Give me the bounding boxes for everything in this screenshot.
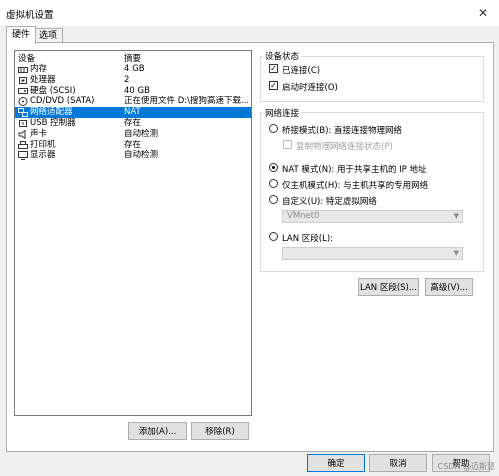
connect-on-power-checkbox[interactable]: ✓ [269, 81, 278, 90]
device-status-label: 设备状态 [263, 50, 302, 62]
device-row-sound-card[interactable]: 声卡 自动检测 [15, 129, 251, 140]
device-row-network-adapter[interactable]: 网络适配器 NAT [15, 107, 251, 118]
device-name: 显示器 [30, 150, 56, 161]
connected-checkbox[interactable]: ✓ [269, 64, 278, 73]
memory-icon [18, 65, 28, 74]
device-row-display[interactable]: 显示器 自动检测 [15, 150, 251, 161]
replicate-state-label: 复制物理网络连接状态(P) [296, 142, 393, 152]
device-list[interactable]: 设备 摘要 内存 4 GB 处理器 2 硬盘 (SCSI) 40 GB CD/D… [14, 50, 252, 416]
device-summary: 自动检测 [124, 150, 159, 161]
sound-card-icon [18, 129, 28, 139]
device-name: 网络适配器 [30, 107, 73, 118]
device-row-processor[interactable]: 处理器 2 [15, 75, 251, 86]
lan-segment-select[interactable]: ▼ [282, 247, 463, 260]
network-adapter-icon [18, 108, 28, 118]
custom-network-select[interactable]: VMnet0 ▼ [282, 210, 463, 223]
device-summary: NAT [124, 107, 141, 118]
ok-button[interactable]: 确定 [307, 454, 365, 472]
device-name: USB 控制器 [30, 118, 76, 128]
usb-icon [18, 119, 28, 128]
nat-label: NAT 模式(N): 用于共享主机的 IP 地址 [282, 165, 427, 175]
tab-hardware[interactable]: 硬件 [6, 26, 37, 44]
device-row-printer[interactable]: 打印机 存在 [15, 140, 251, 151]
bridged-radio[interactable] [269, 124, 278, 133]
device-name: CD/DVD (SATA) [30, 96, 95, 107]
device-list-header: 设备 摘要 [15, 51, 251, 64]
device-summary: 自动检测 [124, 128, 159, 139]
replicate-state-checkbox[interactable] [283, 140, 292, 149]
close-button[interactable]: ✕ [467, 0, 499, 26]
device-name: 内存 [30, 64, 48, 74]
lan-segments-button[interactable]: LAN 区段(S)... [358, 278, 419, 296]
device-summary: 2 [124, 74, 130, 85]
title-bar: 虚拟机设置 ✕ [0, 0, 499, 26]
device-summary: 存在 [124, 118, 142, 128]
cd-dvd-icon [18, 97, 28, 107]
add-device-button[interactable]: 添加(A)... [128, 422, 187, 440]
device-name: 处理器 [30, 74, 56, 85]
custom-network-value: VMnet0 [287, 211, 320, 221]
hard-disk-icon [18, 87, 28, 96]
window-title: 虚拟机设置 [6, 10, 54, 21]
device-name: 打印机 [30, 139, 56, 150]
display-icon [18, 151, 28, 161]
tab-options[interactable]: 选项 [33, 28, 64, 43]
device-summary: 存在 [124, 139, 142, 150]
device-status-group [260, 56, 484, 102]
lan-segment-radio[interactable] [269, 232, 278, 241]
printer-icon [18, 140, 28, 150]
custom-radio[interactable] [269, 195, 278, 204]
nat-radio[interactable] [269, 163, 278, 172]
connected-label: 已连接(C) [282, 66, 321, 76]
remove-device-button[interactable]: 移除(R) [191, 422, 249, 440]
device-summary: 4 GB [124, 64, 145, 74]
chevron-down-icon: ▼ [453, 249, 459, 257]
column-header-summary[interactable]: 摘要 [124, 52, 141, 64]
chevron-down-icon: ▼ [453, 212, 459, 220]
processor-icon [18, 76, 28, 85]
network-connection-label: 网络连接 [263, 107, 302, 119]
custom-label: 自定义(U): 特定虚拟网络 [282, 197, 377, 207]
column-header-device[interactable]: 设备 [18, 52, 35, 64]
connect-on-power-label: 启动时连接(O) [282, 83, 338, 93]
device-summary: 正在使用文件 D:\搜狗高速下载... [124, 96, 249, 107]
device-row-usb-controller[interactable]: USB 控制器 存在 [15, 118, 251, 129]
host-only-label: 仅主机模式(H): 与主机共享的专用网络 [282, 181, 429, 191]
device-row-cd-dvd[interactable]: CD/DVD (SATA) 正在使用文件 D:\搜狗高速下载... [15, 96, 251, 107]
bridged-label: 桥接模式(B): 直接连接物理网络 [282, 126, 403, 136]
device-row-memory[interactable]: 内存 4 GB [15, 64, 251, 75]
device-summary: 40 GB [124, 85, 150, 96]
cancel-button[interactable]: 取消 [369, 454, 427, 472]
device-name: 硬盘 (SCSI) [30, 85, 76, 96]
device-row-hard-disk[interactable]: 硬盘 (SCSI) 40 GB [15, 86, 251, 97]
advanced-button[interactable]: 高级(V)... [425, 278, 473, 296]
watermark: CSDN @迈斯慧 [437, 462, 495, 471]
host-only-radio[interactable] [269, 179, 278, 188]
device-name: 声卡 [30, 128, 48, 139]
lan-segment-label: LAN 区段(L): [282, 234, 334, 244]
